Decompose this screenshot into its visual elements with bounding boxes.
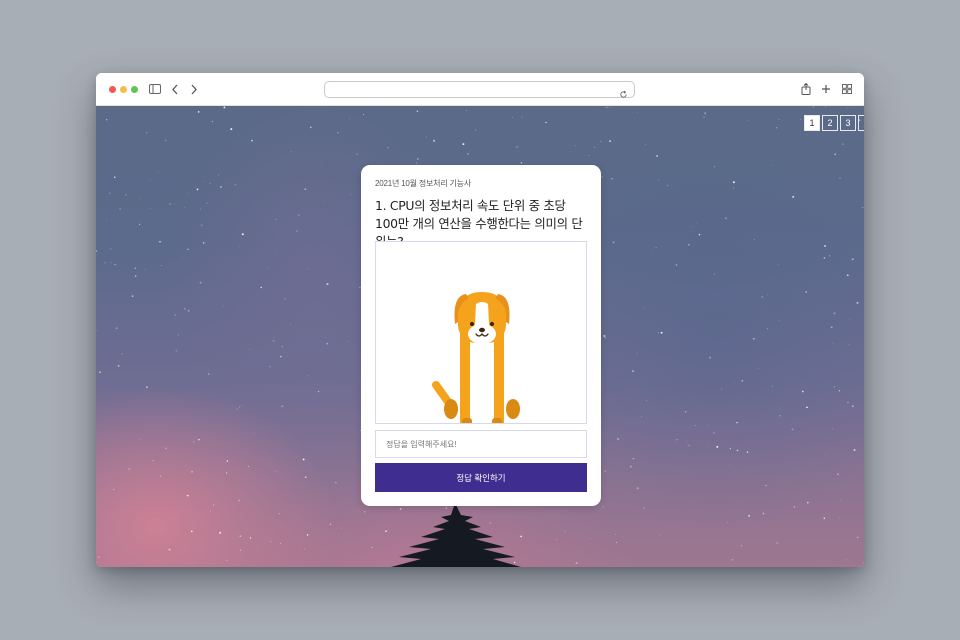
page-button-4[interactable] (858, 115, 864, 131)
page-button-3[interactable]: 3 (840, 115, 856, 131)
forward-icon[interactable] (187, 82, 201, 96)
new-tab-icon[interactable] (819, 82, 833, 96)
quiz-meta: 2021년 10월 정보처리 기능사 (375, 179, 472, 188)
page-viewport: 1 2 3 2021년 10월 정보처리 기능사 1. CPU의 정보처리 속도… (96, 106, 864, 567)
dog-illustration (432, 292, 520, 423)
back-icon[interactable] (168, 82, 182, 96)
sidebar-icon[interactable] (148, 82, 162, 96)
reload-icon[interactable] (619, 84, 630, 98)
browser-toolbar (96, 73, 864, 106)
check-answer-button[interactable]: 정답 확인하기 (375, 463, 587, 492)
close-window-button[interactable] (109, 86, 116, 93)
page-button-1[interactable]: 1 (804, 115, 820, 131)
browser-window: 1 2 3 2021년 10월 정보처리 기능사 1. CPU의 정보처리 속도… (96, 73, 864, 567)
address-bar[interactable] (324, 81, 635, 98)
minimize-window-button[interactable] (120, 86, 127, 93)
tree-silhouette (391, 503, 521, 567)
page-button-2[interactable]: 2 (822, 115, 838, 131)
zoom-window-button[interactable] (131, 86, 138, 93)
tabs-overview-icon[interactable] (840, 82, 854, 96)
answer-input[interactable] (375, 430, 587, 458)
share-icon[interactable] (799, 82, 813, 96)
quiz-illustration (375, 241, 587, 424)
quiz-card: 2021년 10월 정보처리 기능사 1. CPU의 정보처리 속도 단위 중 … (361, 165, 601, 506)
desktop-backdrop: 1 2 3 2021년 10월 정보처리 기능사 1. CPU의 정보처리 속도… (0, 0, 960, 640)
pagination: 1 2 3 (804, 115, 864, 131)
